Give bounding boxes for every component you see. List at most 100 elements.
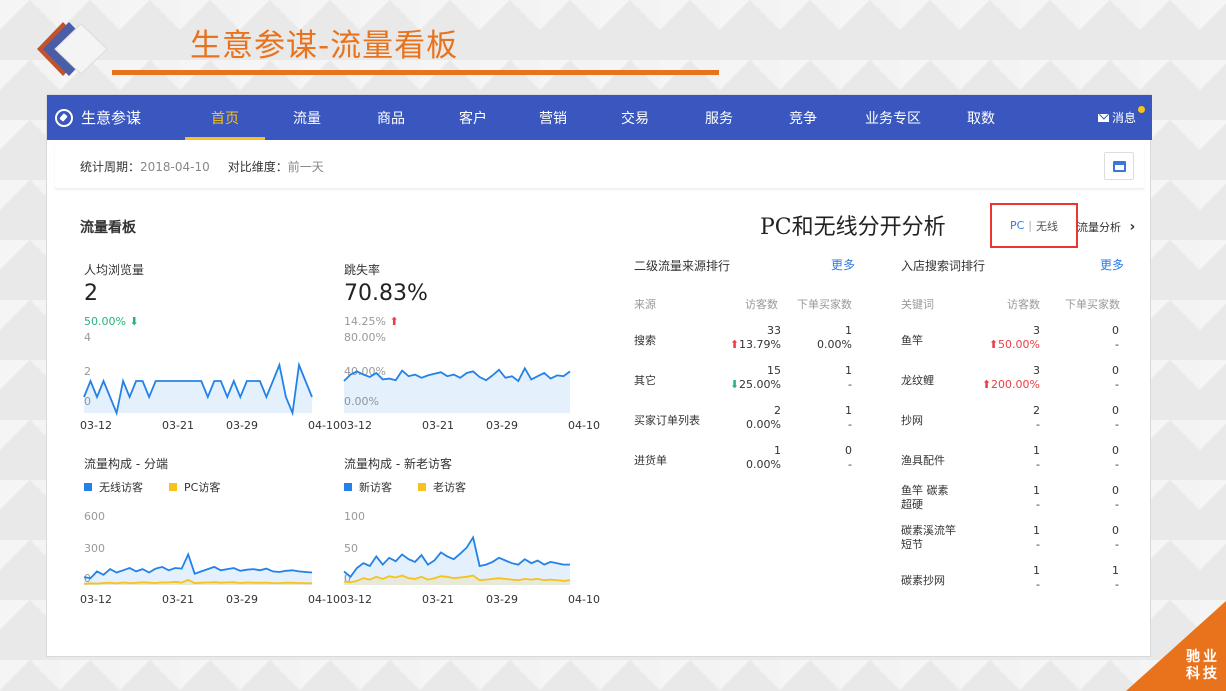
nav-item-3[interactable]: 客户 — [433, 95, 513, 140]
nav-item-0[interactable]: 首页 — [185, 95, 265, 140]
row-name[interactable]: 鱼竿 — [901, 334, 923, 348]
row-visitors-change-value: 200.00% — [991, 378, 1040, 391]
messages-button[interactable]: 消息 — [1097, 106, 1145, 126]
nav-item-label: 首页 — [211, 110, 239, 127]
row-name[interactable]: 买家订单列表 — [634, 414, 700, 428]
x-tick-label: 03-29 — [486, 419, 518, 432]
compare-value: 前一天 — [287, 160, 324, 174]
row-name[interactable]: 渔具配件 — [901, 454, 945, 468]
top-navigation: 生意参谋 首页 流量 商品 客户 营销 交易 服务 竞争 业务专区 取数 消息 — [47, 95, 1152, 140]
chart-visitor-title: 流量构成 - 新老访客 — [344, 457, 452, 471]
nav-item-7[interactable]: 竞争 — [761, 95, 845, 140]
calendar-button[interactable] — [1104, 152, 1134, 180]
row-visitors-change-value: - — [1036, 418, 1040, 431]
x-tick-label: 04-10 — [308, 593, 340, 606]
row-buyers-change: - — [1115, 538, 1119, 551]
row-buyers: 0 — [1112, 484, 1119, 497]
row-visitors: 2 — [1033, 404, 1040, 417]
row-visitors: 33 — [767, 324, 781, 337]
period-label: 统计周期： — [80, 160, 141, 174]
row-visitors: 3 — [1033, 364, 1040, 377]
x-tick-label: 04-10 — [308, 419, 340, 432]
switch-pc[interactable]: PC — [1010, 219, 1024, 232]
x-tick-label: 03-29 — [486, 593, 518, 606]
row-visitors: 1 — [1033, 484, 1040, 497]
nav-item-label: 取数 — [967, 110, 995, 127]
bounce-label: 跳失率 — [344, 263, 381, 277]
nav-item-6[interactable]: 服务 — [677, 95, 761, 140]
row-buyers-change: - — [848, 458, 852, 471]
row-buyers: 1 — [845, 404, 852, 417]
keyword-header-visitors: 访客数 — [1007, 298, 1040, 311]
pv-change-value: 50.00% — [84, 315, 126, 328]
row-name[interactable]: 碳素抄网 — [901, 574, 945, 588]
row-buyers: 0 — [1112, 404, 1119, 417]
legend-swatch — [169, 483, 177, 491]
source-more-link[interactable]: 更多 — [831, 256, 855, 273]
source-header-buyers: 下单买家数 — [797, 298, 852, 311]
device-switch: PC | 无线 — [990, 203, 1078, 248]
row-name[interactable]: 其它 — [634, 374, 656, 388]
slide-logo-icon — [37, 22, 108, 76]
row-name[interactable]: 抄网 — [901, 414, 923, 428]
legend-swatch — [418, 483, 426, 491]
row-visitors: 1 — [774, 444, 781, 457]
x-tick-label: 03-21 — [422, 419, 454, 432]
chevron-right-icon: › — [1129, 219, 1136, 235]
nav-item-8[interactable]: 业务专区 — [845, 95, 941, 140]
row-buyers-change: - — [1115, 418, 1119, 431]
legend-old[interactable]: 老访客 — [433, 479, 466, 495]
row-visitors: 15 — [767, 364, 781, 377]
chart-device-title: 流量构成 - 分端 — [84, 457, 168, 471]
row-visitors-change: ⬆200.00% — [970, 378, 1040, 391]
keyword-more-link[interactable]: 更多 — [1100, 256, 1124, 273]
x-tick-label: 03-21 — [422, 593, 454, 606]
legend-new[interactable]: 新访客 — [359, 479, 392, 495]
nav-item-2[interactable]: 商品 — [349, 95, 433, 140]
corner-brand-text: 驰业 科技 — [1186, 649, 1220, 683]
messages-label: 消息 — [1111, 111, 1136, 125]
row-visitors-change-value: 0.00% — [746, 458, 781, 471]
annotation-text: PC和无线分开分析 — [760, 215, 946, 240]
x-tick-label: 03-12 — [340, 593, 372, 606]
chart-0 — [83, 361, 313, 417]
legend-swatch — [84, 483, 92, 491]
switch-separator: | — [1028, 219, 1033, 232]
row-name[interactable]: 搜索 — [634, 334, 656, 348]
x-tick-label: 03-29 — [226, 419, 258, 432]
row-visitors-change: - — [970, 538, 1040, 551]
nav-item-5[interactable]: 交易 — [593, 95, 677, 140]
nav-item-label: 交易 — [621, 110, 649, 127]
nav-item-9[interactable]: 取数 — [941, 95, 1021, 140]
pv-change: 50.00% ⬇ — [84, 315, 139, 328]
keyword-ranking-title: 入店搜索词排行 — [901, 259, 986, 273]
legend-pc[interactable]: PC访客 — [184, 479, 220, 495]
traffic-analysis-link[interactable]: 流量分析 › — [1077, 219, 1135, 235]
nav-item-4[interactable]: 营销 — [513, 95, 593, 140]
brand[interactable]: 生意参谋 — [55, 107, 185, 128]
brand-label: 生意参谋 — [81, 109, 142, 127]
nav-item-1[interactable]: 流量 — [265, 95, 349, 140]
row-name[interactable]: 进货单 — [634, 454, 667, 468]
calendar-icon — [1112, 160, 1126, 172]
switch-wireless[interactable]: 无线 — [1036, 218, 1058, 234]
row-visitors-change: - — [970, 498, 1040, 511]
row-visitors-change: 0.00% — [711, 458, 781, 471]
row-visitors-change-value: 13.79% — [739, 338, 781, 351]
row-visitors: 2 — [774, 404, 781, 417]
arrow-up-icon: ⬆ — [981, 378, 992, 391]
row-visitors-change-value: - — [1036, 498, 1040, 511]
analysis-link-label: 流量分析 — [1077, 221, 1121, 234]
nav-item-label: 竞争 — [789, 110, 817, 127]
keyword-header-buyers: 下单买家数 — [1065, 298, 1120, 311]
row-buyers-change: - — [1115, 498, 1119, 511]
legend-wireless[interactable]: 无线访客 — [99, 479, 143, 495]
row-name[interactable]: 鱼竿 碳素 超硬 — [901, 484, 949, 512]
board-title: 流量看板 — [80, 220, 136, 236]
keyword-header-name: 关键词 — [901, 298, 934, 311]
x-tick-label: 03-21 — [162, 593, 194, 606]
row-buyers-change: 0.00% — [817, 338, 852, 351]
arrow-up-icon: ⬆ — [389, 315, 399, 328]
row-name[interactable]: 碳素溪流竿 短节 — [901, 524, 956, 552]
row-name[interactable]: 龙纹鲤 — [901, 374, 934, 388]
